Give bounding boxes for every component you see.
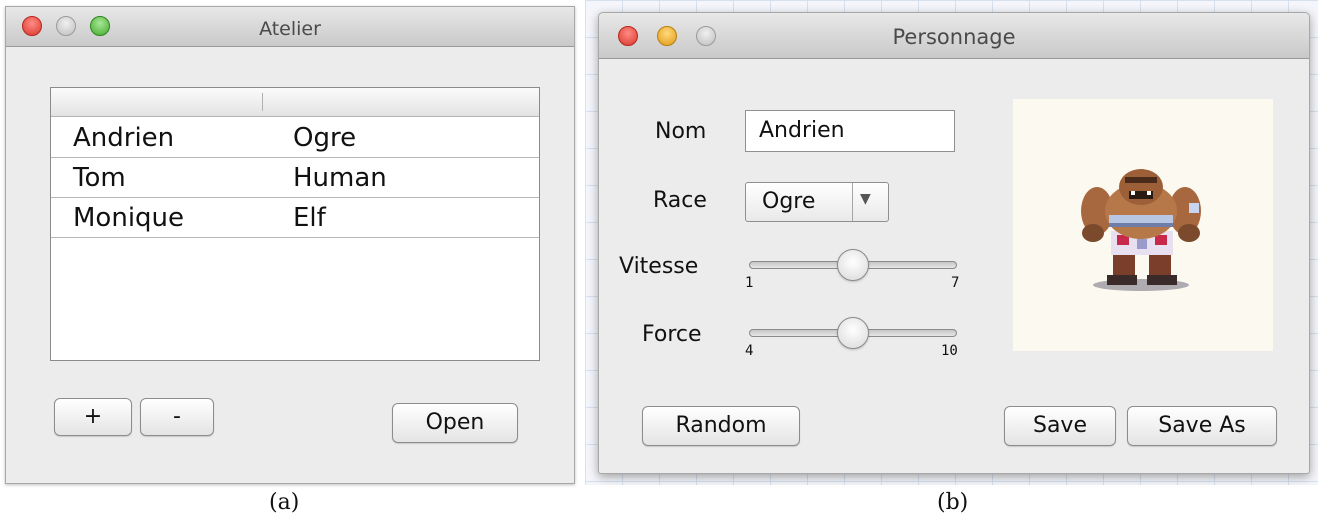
force-slider-thumb[interactable]: [837, 317, 869, 349]
save-as-button[interactable]: Save As: [1127, 406, 1277, 446]
race-cell: Elf: [293, 203, 326, 233]
personnage-titlebar: Personnage: [599, 13, 1309, 59]
vitesse-label: Vitesse: [619, 254, 699, 279]
open-button[interactable]: Open: [392, 403, 518, 443]
force-label: Force: [642, 322, 702, 347]
table-row[interactable]: Andrien Ogre: [51, 120, 539, 158]
race-selected-value: Ogre: [762, 189, 816, 214]
race-cell: Human: [293, 163, 387, 193]
race-select[interactable]: Ogre ▼: [745, 182, 889, 222]
race-label: Race: [653, 188, 707, 213]
atelier-titlebar: Atelier: [6, 7, 574, 47]
caption-a: (a): [269, 490, 300, 515]
chevron-down-icon[interactable]: ▼: [860, 191, 871, 207]
add-button[interactable]: +: [54, 398, 132, 436]
force-min: 4: [745, 343, 754, 359]
remove-button[interactable]: -: [140, 398, 214, 436]
window-title: Atelier: [259, 18, 321, 40]
vitesse-slider-thumb[interactable]: [837, 249, 869, 281]
name-cell: Andrien: [73, 123, 175, 153]
table-row[interactable]: Tom Human: [51, 160, 539, 198]
ogre-sprite-icon: [1081, 169, 1201, 291]
column-separator[interactable]: [262, 93, 263, 111]
nom-label: Nom: [655, 119, 707, 144]
vitesse-max: 7: [951, 275, 960, 291]
name-cell: Tom: [73, 163, 126, 193]
character-preview: [1013, 99, 1273, 351]
caption-b: (b): [937, 490, 969, 515]
race-cell: Ogre: [293, 123, 357, 153]
table-header[interactable]: [51, 88, 539, 117]
random-button[interactable]: Random: [642, 406, 800, 446]
personnage-window: Personnage Nom Andrien Race Ogre ▼ Vites…: [598, 12, 1310, 474]
nom-input[interactable]: Andrien: [745, 110, 955, 152]
table-row[interactable]: Monique Elf: [51, 200, 539, 238]
save-button[interactable]: Save: [1004, 406, 1116, 446]
character-table[interactable]: Andrien Ogre Tom Human Monique Elf: [50, 87, 540, 361]
select-divider: [852, 183, 853, 221]
force-max: 10: [941, 343, 958, 359]
atelier-window: Atelier Andrien Ogre Tom Human Monique E…: [5, 6, 575, 484]
window-title: Personnage: [892, 25, 1016, 49]
vitesse-min: 1: [745, 275, 754, 291]
name-cell: Monique: [73, 203, 185, 233]
